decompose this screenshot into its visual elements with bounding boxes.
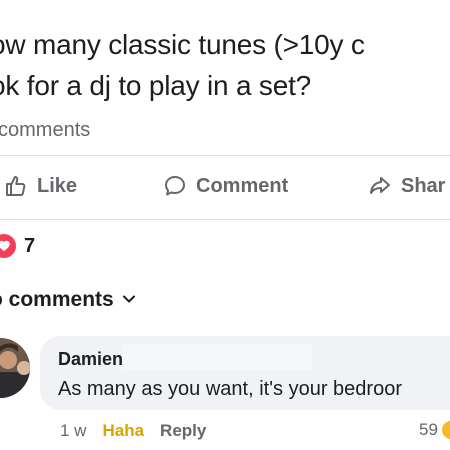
haha-emoji-icon	[441, 421, 450, 439]
like-label: Like	[37, 174, 78, 197]
comment-reaction-count[interactable]: 59	[419, 420, 450, 440]
reaction-count: 7	[24, 234, 36, 257]
share-arrow-icon	[368, 174, 392, 198]
comment-button[interactable]: Comment	[163, 166, 288, 206]
redacted-name	[122, 344, 312, 370]
comment-count-link[interactable]: comments	[0, 119, 90, 142]
chevron-down-icon	[122, 288, 136, 312]
divider	[0, 219, 450, 220]
reaction-summary[interactable]: 7	[0, 232, 35, 260]
avatar[interactable]	[0, 338, 30, 398]
comment-label: Comment	[196, 174, 289, 197]
reply-button[interactable]: Reply	[160, 421, 206, 441]
comment-meta: 1 w Haha Reply	[60, 421, 206, 441]
comment-sort-label: o comments	[0, 288, 114, 311]
heart-icon	[0, 232, 18, 260]
divider	[0, 155, 450, 156]
comment-time[interactable]: 1 w	[60, 421, 86, 441]
share-button[interactable]: Shar	[368, 166, 445, 206]
haha-reaction-button[interactable]: Haha	[102, 421, 144, 441]
post-text-line-1: ow many classic tunes (>10y c	[0, 29, 365, 60]
comment-text: As many as you want, it's your bedroor	[58, 378, 402, 400]
comment-author[interactable]: Damien	[58, 349, 123, 370]
post-text-line-2: ok for a dj to play in a set?	[0, 70, 312, 101]
comment-sort-dropdown[interactable]: o comments	[0, 288, 136, 312]
facebook-post-screenshot: ow many classic tunes (>10y c ok for a d…	[0, 0, 450, 450]
post-action-bar: Like Comment Shar	[0, 166, 450, 206]
post-text: ow many classic tunes (>10y c ok for a d…	[0, 24, 450, 106]
like-button[interactable]: Like	[4, 166, 77, 206]
comment-reaction-count-value: 59	[419, 420, 438, 439]
comment-bubble: Damien As many as you want, it's your be…	[40, 336, 450, 410]
speech-bubble-icon	[163, 174, 187, 198]
thumbs-up-icon	[4, 174, 28, 198]
share-label: Shar	[401, 174, 446, 197]
